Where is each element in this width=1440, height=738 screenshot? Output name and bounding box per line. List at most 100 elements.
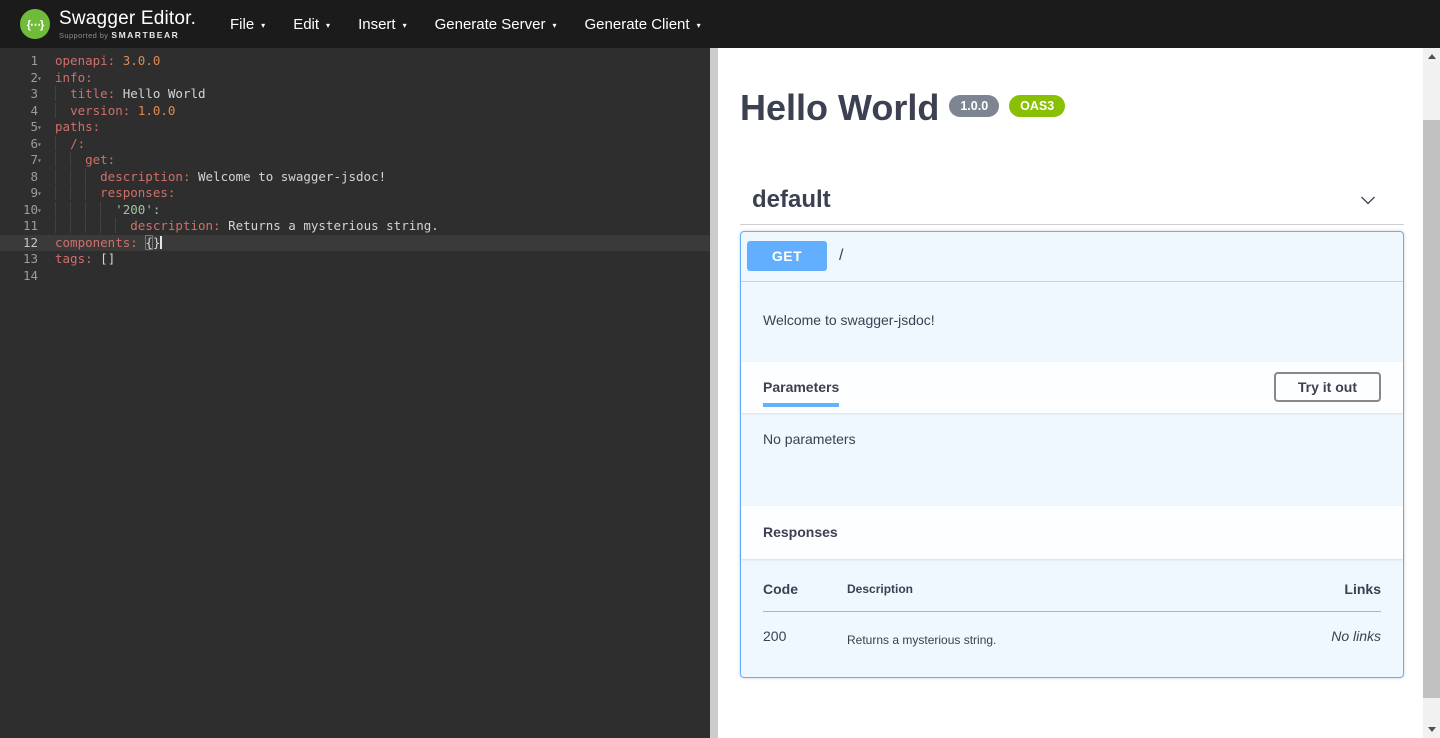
code-token: description:: [130, 218, 220, 233]
smartbear-wordmark: SMARTBEAR: [111, 30, 179, 40]
code-line[interactable]: version: 1.0.0: [55, 103, 710, 120]
code-line[interactable]: get:: [55, 152, 710, 169]
code-token: [55, 169, 100, 184]
caret-down-icon: ▾: [326, 19, 330, 30]
code-token: }: [153, 235, 161, 250]
get-operation-block: GET / Welcome to swagger-jsdoc! Paramete…: [740, 231, 1404, 678]
code-token: info:: [55, 70, 93, 85]
code-line[interactable]: responses:: [55, 185, 710, 202]
caret-down-icon: ▾: [261, 19, 265, 30]
parameters-body: No parameters: [741, 413, 1403, 506]
scroll-up-button[interactable]: [1423, 48, 1440, 65]
code-token: [55, 218, 130, 233]
response-row-200: 200 Returns a mysterious string. No link…: [763, 611, 1381, 647]
menu-generate-client[interactable]: Generate Client ▾: [571, 8, 715, 41]
menu-insert[interactable]: Insert▾: [344, 8, 421, 41]
code-token: [55, 185, 100, 200]
column-header-code: Code: [763, 581, 847, 612]
code-line[interactable]: '200':: [55, 202, 710, 219]
code-token: get:: [85, 152, 115, 167]
code-line[interactable]: info:: [55, 70, 710, 87]
line-number: 8: [0, 169, 48, 186]
code-token: 3.0.0: [123, 53, 161, 68]
code-token: Welcome to swagger-jsdoc!: [190, 169, 386, 184]
parameters-tab[interactable]: Parameters: [763, 379, 839, 395]
caret-down-icon: ▾: [697, 19, 701, 30]
line-number: 14: [0, 268, 48, 285]
yaml-editor[interactable]: 12▾345▾6▾7▾89▾10▾11121314 openapi: 3.0.0…: [0, 48, 710, 738]
line-number: 6▾: [0, 136, 48, 153]
menu-generate-server[interactable]: Generate Server▾: [421, 8, 571, 41]
line-number: 12: [0, 235, 48, 252]
responses-section-header: Responses: [741, 506, 1403, 559]
scroll-down-button[interactable]: [1423, 721, 1440, 738]
editor-gutter: 12▾345▾6▾7▾89▾10▾11121314: [0, 53, 48, 738]
response-code: 200: [763, 611, 847, 647]
code-line[interactable]: /:: [55, 136, 710, 153]
caret-down-icon: ▾: [552, 19, 556, 30]
line-number: 3: [0, 86, 48, 103]
code-line[interactable]: tags: []: [55, 251, 710, 268]
code-line[interactable]: title: Hello World: [55, 86, 710, 103]
code-line[interactable]: description: Returns a mysterious string…: [55, 218, 710, 235]
menu-file[interactable]: File▾: [216, 8, 279, 41]
scroll-down-arrow-icon: [1428, 727, 1436, 732]
line-number: 2▾: [0, 70, 48, 87]
api-title: Hello World: [740, 88, 939, 128]
menu-label: Generate Client: [585, 16, 690, 33]
main-split-view: 12▾345▾6▾7▾89▾10▾11121314 openapi: 3.0.0…: [0, 48, 1440, 738]
top-navbar: {⋯} Swagger Editor. Supported bySMARTBEA…: [0, 0, 1440, 48]
code-token: [55, 152, 85, 167]
operation-summary[interactable]: GET /: [741, 232, 1403, 282]
code-token: paths:: [55, 119, 100, 134]
code-token: [55, 86, 70, 101]
menu-bar: File▾Edit▾Insert▾Generate Server▾Generat…: [216, 8, 715, 41]
code-token: 1.0.0: [138, 103, 176, 118]
api-info-header: Hello World 1.0.0 OAS3: [740, 88, 1404, 128]
pane-splitter-handle[interactable]: [710, 48, 718, 738]
code-line[interactable]: paths:: [55, 119, 710, 136]
code-token: description:: [100, 169, 190, 184]
line-number: 9▾: [0, 185, 48, 202]
code-token: /:: [70, 136, 85, 151]
code-line[interactable]: description: Welcome to swagger-jsdoc!: [55, 169, 710, 186]
fold-toggle-icon[interactable]: ▾: [37, 120, 48, 137]
menu-edit[interactable]: Edit ▾: [279, 8, 344, 41]
code-token: tags:: [55, 251, 93, 266]
menu-label: Edit: [293, 16, 319, 33]
code-line[interactable]: [55, 268, 710, 285]
fold-toggle-icon[interactable]: ▾: [37, 203, 48, 220]
code-token: title:: [70, 86, 115, 101]
code-line[interactable]: components: {}: [48, 235, 710, 252]
fold-toggle-icon[interactable]: ▾: [37, 186, 48, 203]
line-number: 13: [0, 251, 48, 268]
operation-path: /: [839, 247, 843, 265]
fold-toggle-icon[interactable]: ▾: [37, 153, 48, 170]
line-number: 1: [0, 53, 48, 70]
code-token: [130, 103, 138, 118]
operation-description: Welcome to swagger-jsdoc!: [741, 282, 1403, 362]
code-line[interactable]: openapi: 3.0.0: [55, 53, 710, 70]
code-token: Returns a mysterious string.: [221, 218, 439, 233]
code-token: [55, 202, 115, 217]
default-section-header[interactable]: default: [740, 186, 1404, 225]
code-token: responses:: [100, 185, 175, 200]
vertical-scrollbar[interactable]: [1423, 48, 1440, 738]
oas3-badge: OAS3: [1009, 95, 1065, 117]
responses-table: Code Description Links 200 Returns a mys…: [763, 581, 1381, 647]
try-it-out-button[interactable]: Try it out: [1274, 372, 1381, 402]
swagger-logo-icon: {⋯}: [20, 9, 50, 39]
code-editor-lines[interactable]: openapi: 3.0.0info: title: Hello World v…: [48, 53, 710, 738]
code-token: [55, 136, 70, 151]
brand-subtitle-prefix: Supported by: [59, 31, 108, 40]
response-links: No links: [1251, 611, 1381, 647]
brand-text: Swagger Editor. Supported bySMARTBEAR: [59, 9, 196, 40]
menu-label: Insert: [358, 16, 396, 33]
response-description: Returns a mysterious string.: [847, 611, 1251, 647]
responses-body: Code Description Links 200 Returns a mys…: [741, 559, 1403, 677]
chevron-down-icon[interactable]: [1358, 190, 1378, 210]
fold-toggle-icon[interactable]: ▾: [37, 71, 48, 88]
code-token: '200':: [115, 202, 160, 217]
fold-toggle-icon[interactable]: ▾: [37, 137, 48, 154]
scrollbar-thumb[interactable]: [1423, 120, 1440, 698]
